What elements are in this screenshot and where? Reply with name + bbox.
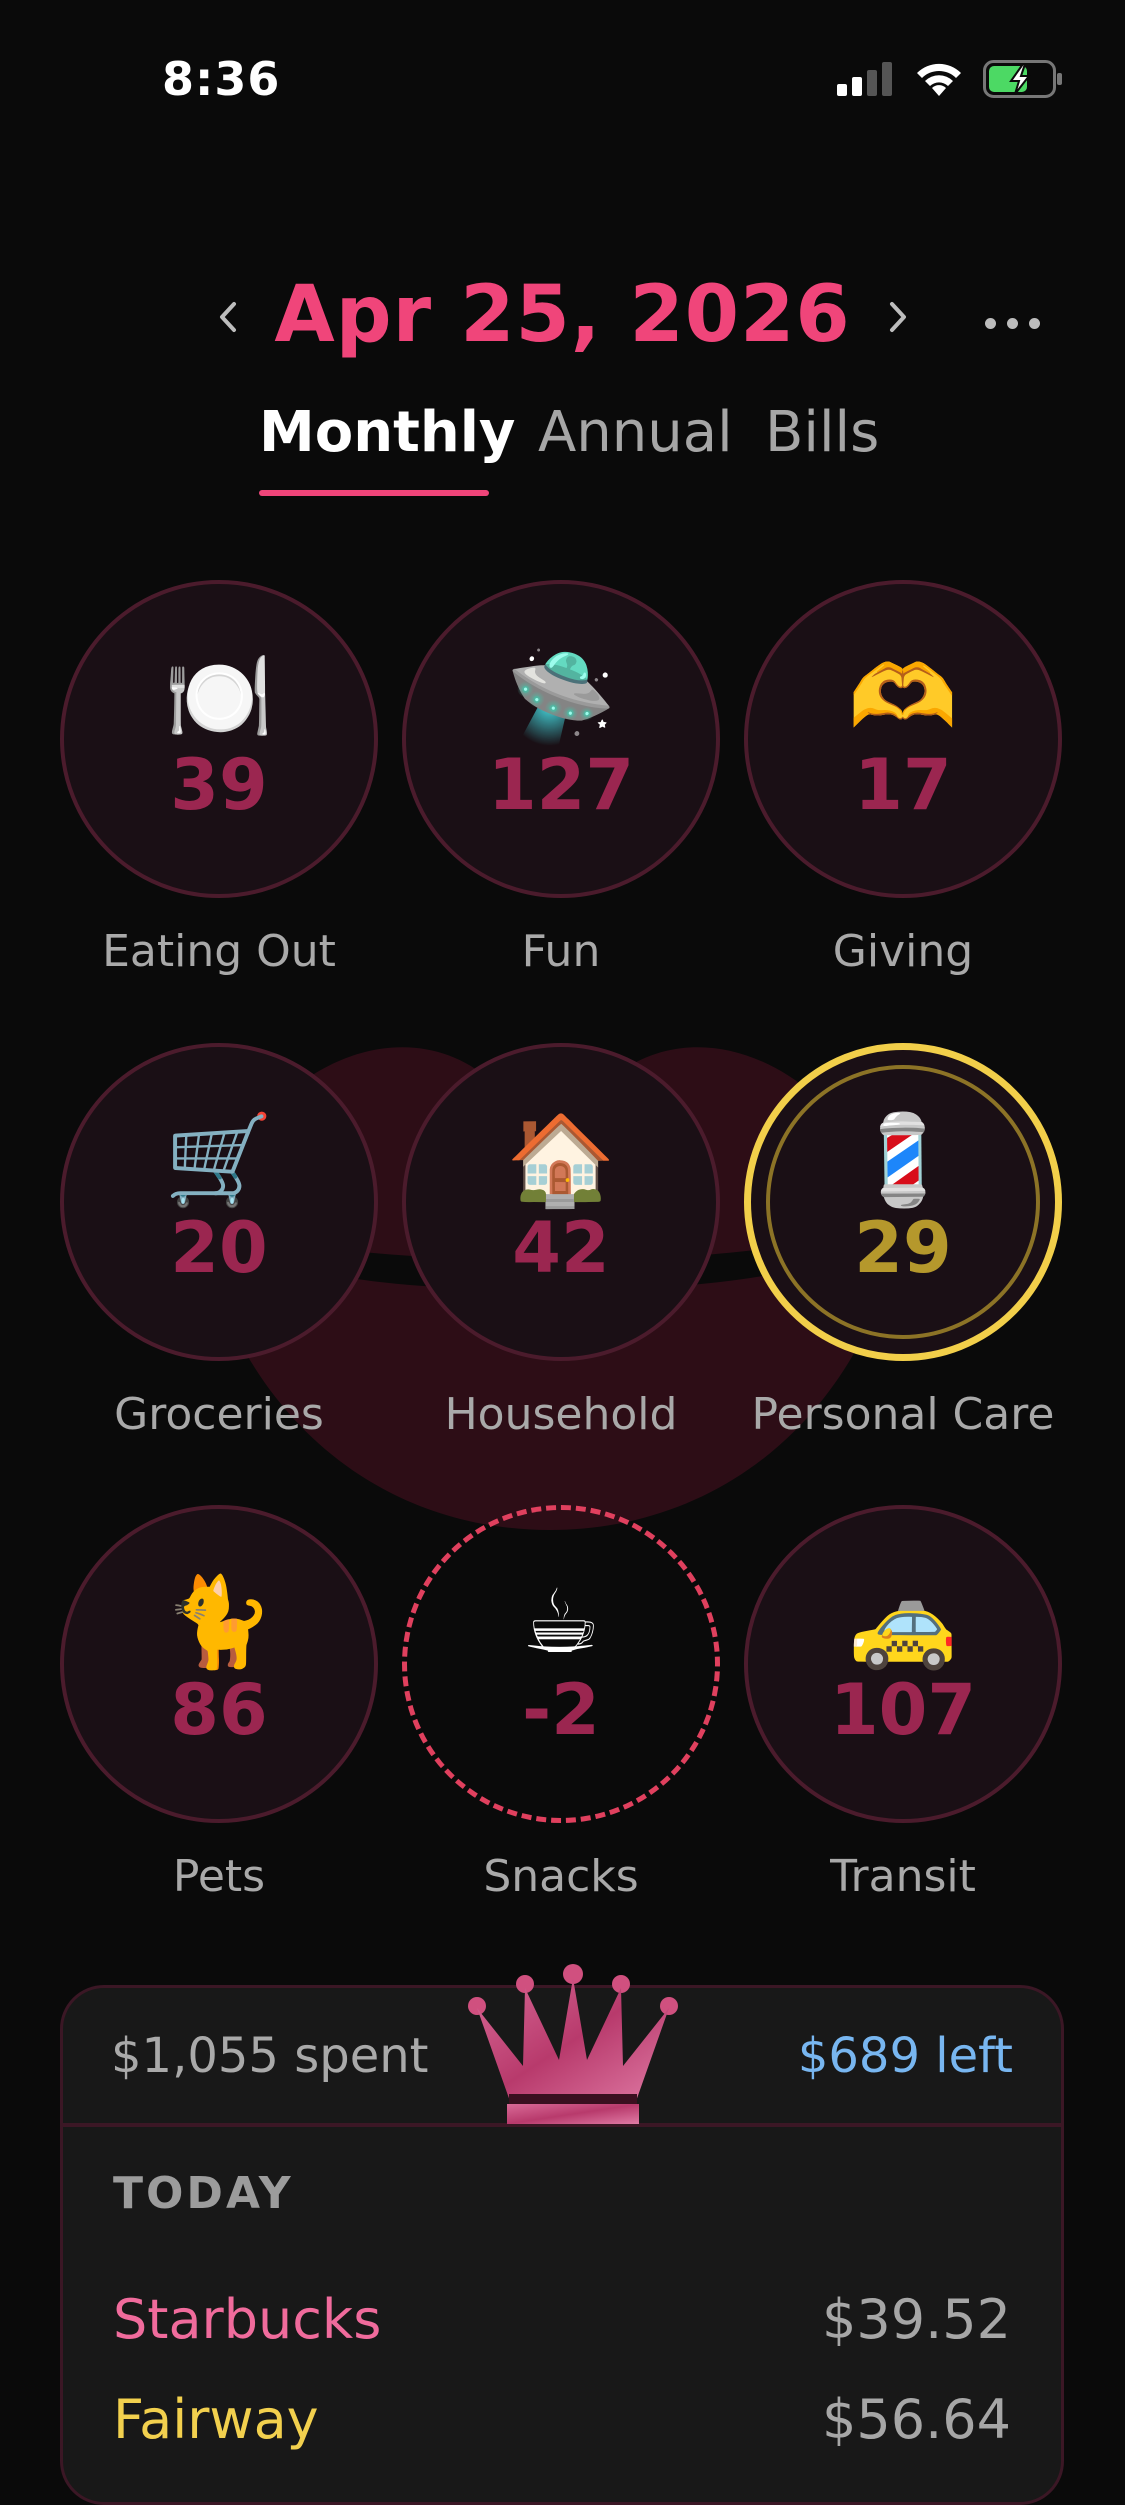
category-label: Household	[444, 1389, 678, 1440]
view-tabs: Monthly Annual Bills	[0, 400, 1125, 500]
next-date-button[interactable]	[873, 292, 923, 342]
category-label: Fun	[521, 926, 601, 977]
transaction-name: Fairway	[113, 2388, 319, 2451]
tab-monthly[interactable]: Monthly	[259, 400, 515, 465]
more-options-button[interactable]	[985, 318, 1040, 329]
category-label: Personal Care	[751, 1389, 1055, 1440]
wifi-icon	[917, 63, 961, 96]
category-eating-out[interactable]: 🍽️ 39 Eating Out	[60, 580, 378, 977]
coffee-icon: ☕	[521, 1570, 601, 1673]
category-pets[interactable]: 🐈 86 Pets	[60, 1505, 378, 1902]
category-value: -2	[522, 1669, 600, 1751]
category-value: 107	[829, 1669, 977, 1751]
tab-bills[interactable]: Bills	[765, 400, 879, 465]
category-value: 17	[854, 744, 952, 826]
category-personal-care[interactable]: 💈 29 Personal Care	[744, 1043, 1062, 1440]
category-transit[interactable]: 🚕 107 Transit	[744, 1505, 1062, 1902]
taxi-icon: 🚕	[848, 1570, 958, 1673]
category-fun[interactable]: 🛸 127 Fun	[402, 580, 720, 977]
status-icons	[837, 60, 1063, 98]
battery-icon	[983, 60, 1062, 98]
ufo-icon: 🛸	[506, 645, 616, 748]
category-label: Groceries	[114, 1389, 324, 1440]
category-value: 42	[512, 1207, 610, 1289]
category-label: Transit	[830, 1851, 976, 1902]
category-value: 86	[170, 1669, 268, 1751]
category-snacks[interactable]: ☕ -2 Snacks	[402, 1505, 720, 1902]
spent-total: $1,055 spent	[111, 2028, 429, 2084]
crown-icon	[468, 1964, 678, 2124]
date-title[interactable]: Apr 25, 2026	[0, 270, 1125, 360]
category-label: Giving	[832, 926, 974, 977]
status-time: 8:36	[162, 52, 281, 106]
category-giving[interactable]: 🫶 17 Giving	[744, 580, 1062, 977]
category-value: 127	[487, 744, 635, 826]
cart-icon: 🛒	[164, 1108, 274, 1211]
category-label: Pets	[172, 1851, 266, 1902]
summary-header: $1,055 spent $689 left	[63, 1964, 1061, 2127]
tab-annual[interactable]: Annual	[538, 400, 733, 465]
category-label: Eating Out	[102, 926, 336, 977]
signal-icon	[837, 62, 892, 96]
section-heading: TODAY	[113, 2168, 294, 2219]
transaction-name: Starbucks	[113, 2288, 382, 2351]
barber-pole-icon: 💈	[848, 1108, 958, 1211]
summary-card: $1,055 spent $689 left TODAY Starbucks $…	[60, 1964, 1064, 2505]
category-value: 20	[170, 1207, 268, 1289]
category-groceries[interactable]: 🛒 20 Groceries	[60, 1043, 378, 1440]
active-tab-indicator	[259, 490, 489, 496]
category-value: 39	[170, 744, 268, 826]
category-label: Snacks	[483, 1851, 639, 1902]
category-household[interactable]: 🏠 42 Household	[402, 1043, 720, 1440]
house-icon: 🏠	[506, 1108, 616, 1211]
transaction-amount: $56.64	[822, 2388, 1011, 2451]
cat-icon: 🐈	[164, 1570, 274, 1673]
heart-hands-icon: 🫶	[848, 645, 958, 748]
transaction-amount: $39.52	[822, 2288, 1011, 2351]
plate-icon: 🍽️	[164, 645, 274, 748]
category-value: 29	[854, 1207, 952, 1289]
remaining-total: $689 left	[797, 2028, 1013, 2084]
